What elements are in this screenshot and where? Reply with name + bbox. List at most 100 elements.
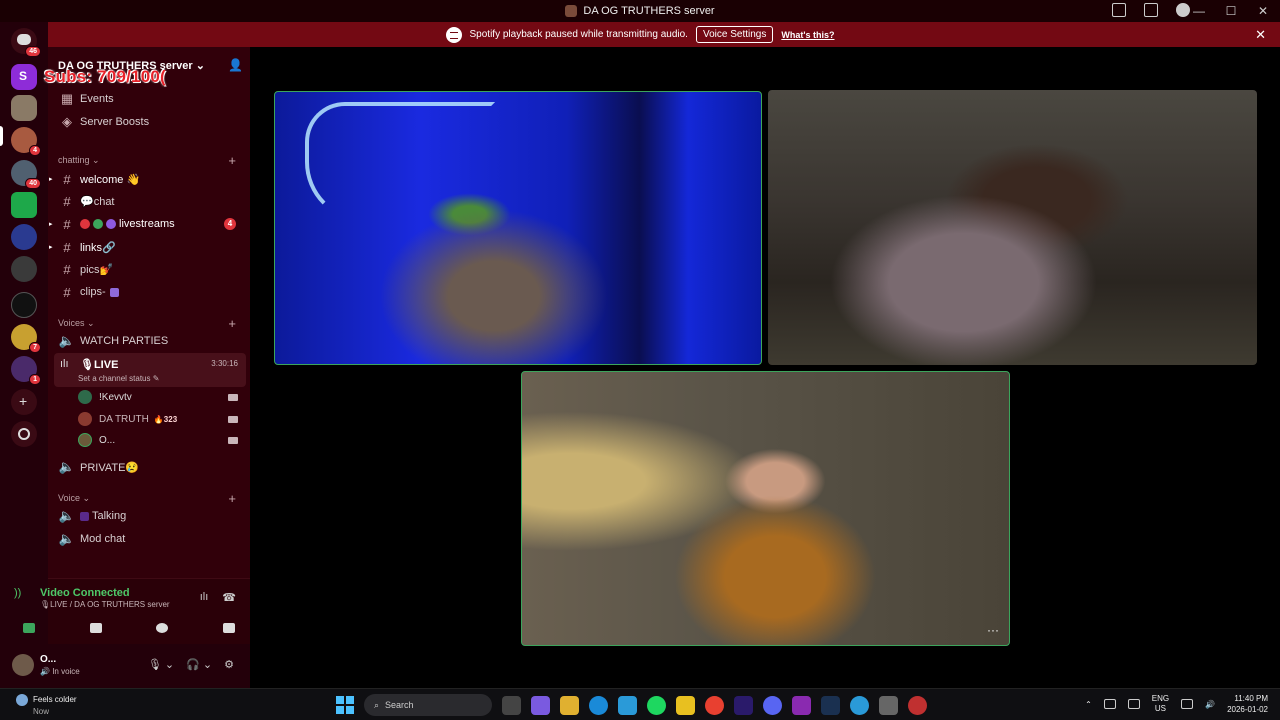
invite-icon[interactable]: 👤 — [228, 58, 243, 72]
server-icon-i[interactable]: 1 — [11, 356, 41, 385]
add-channel-icon[interactable]: + — [228, 153, 236, 168]
home-button[interactable]: 46 — [11, 28, 41, 57]
clock[interactable]: 11:40 PM 2026-01-02 — [1227, 693, 1268, 715]
category-voices[interactable]: Voices ⌄ + — [58, 316, 244, 331]
copilot-icon[interactable] — [531, 695, 550, 715]
user-avatar[interactable] — [12, 654, 34, 676]
screen-share-button[interactable] — [81, 619, 111, 637]
category-chatting[interactable]: chatting ⌄ + — [58, 153, 244, 168]
discord-icon — [17, 34, 31, 45]
hash-icon: # — [63, 239, 71, 255]
mic-icon[interactable]: 🎙 ⌄ — [148, 658, 174, 671]
camera-icon — [228, 436, 238, 444]
server-boosts-item[interactable]: ◈ Server Boosts — [58, 112, 244, 132]
discord-app-icon[interactable] — [763, 695, 782, 715]
voice-private[interactable]: 🔈 PRIVATE😢 — [58, 457, 244, 477]
more-options-icon[interactable]: ··· — [987, 623, 999, 637]
video-tile[interactable] — [768, 90, 1257, 365]
category-voice[interactable]: Voice ⌄ + — [58, 491, 244, 506]
voice-member[interactable]: O... — [78, 430, 244, 450]
maximize-icon[interactable]: ☐ — [1224, 4, 1238, 18]
help-icon[interactable] — [1176, 3, 1190, 17]
edge-icon[interactable] — [589, 695, 608, 715]
server-icon-s[interactable]: S — [11, 64, 37, 90]
avatar — [78, 390, 92, 404]
avatar — [78, 412, 92, 426]
video-tile[interactable] — [274, 91, 762, 365]
video-tile[interactable]: ··· — [521, 371, 1010, 646]
server-icon-e[interactable] — [11, 224, 37, 250]
add-server-button[interactable]: + — [11, 389, 37, 415]
voice-talking[interactable]: 🔈 Talking — [58, 506, 244, 526]
taskbar-search[interactable]: ⌕ Search — [364, 694, 492, 716]
camera-button[interactable] — [14, 619, 44, 637]
server-icon-c[interactable]: 40 — [11, 160, 41, 189]
server-icon-active[interactable] — [11, 95, 37, 121]
avatar — [78, 433, 92, 447]
task-view-icon[interactable] — [502, 695, 521, 715]
tray-icon[interactable] — [1127, 699, 1140, 709]
noise-suppression-icon[interactable]: ılı — [200, 591, 209, 604]
add-voice-channel-icon[interactable]: + — [228, 316, 236, 331]
inbox-icon[interactable] — [1112, 3, 1126, 17]
user-name[interactable]: O... — [40, 654, 56, 665]
app-icon[interactable] — [676, 695, 695, 715]
server-icon-h[interactable]: 7 — [11, 324, 41, 353]
voice-member[interactable]: DA TRUTH 🔥323 — [78, 409, 244, 429]
whats-this-link[interactable]: What's this? — [781, 30, 834, 40]
voice-location[interactable]: 🎙LIVE / DA OG TRUTHERS server — [40, 600, 170, 609]
discover-button[interactable] — [11, 421, 37, 447]
server-icon-g[interactable] — [11, 292, 37, 318]
network-icon[interactable] — [1181, 699, 1194, 709]
app-icon[interactable] — [792, 695, 811, 715]
spotify-app-icon[interactable] — [647, 695, 666, 715]
calendar-icon: ▦ — [60, 91, 74, 106]
file-explorer-icon[interactable] — [560, 695, 579, 715]
events-item[interactable]: ▦ Events — [58, 89, 244, 109]
close-window-icon[interactable]: ✕ — [1256, 4, 1270, 18]
server-icon-b[interactable]: 4 — [11, 127, 41, 156]
chrome-icon[interactable] — [705, 695, 724, 715]
voice-activity-icon: ılı — [60, 358, 69, 370]
channel-clips[interactable]: # clips- — [58, 282, 244, 302]
soundboard-button[interactable] — [214, 619, 244, 637]
speaker-icon: 🔈 — [58, 333, 76, 348]
voice-member[interactable]: !Kevvtv — [78, 387, 244, 407]
channel-welcome[interactable]: ▸ # welcome 👋 — [49, 169, 244, 189]
disconnect-icon[interactable]: ☎ — [222, 591, 236, 604]
server-icon-f[interactable] — [11, 256, 37, 282]
telegram-icon[interactable] — [850, 695, 869, 715]
weather-widget[interactable]: Feels colder Now — [16, 694, 77, 717]
premiere-icon[interactable] — [734, 695, 753, 715]
voice-connection-panel: )) Video Connected 🎙LIVE / DA OG TRUTHER… — [14, 578, 250, 644]
volume-icon[interactable]: 🔊 — [1205, 700, 1215, 709]
user-status: 🔊 In voice — [40, 667, 80, 676]
channel-livestreams[interactable]: ▸ # livestreams 4 — [49, 214, 244, 234]
close-notice-icon[interactable]: ✕ — [1255, 27, 1266, 43]
channel-chat[interactable]: # 💬chat — [58, 191, 244, 211]
voice-mod-chat[interactable]: 🔈 Mod chat — [58, 529, 244, 549]
channel-status[interactable]: Set a channel status ✎ — [78, 374, 159, 383]
settings-gear-icon[interactable]: ⚙ — [224, 658, 234, 671]
screen-icon[interactable] — [1144, 3, 1158, 17]
minimize-icon[interactable]: — — [1192, 4, 1206, 18]
voice-watch-parties[interactable]: 🔈 WATCH PARTIES — [58, 331, 244, 351]
steam-icon[interactable] — [821, 695, 840, 715]
user-controls: 🎙 ⌄ 🎧 ⌄ ⚙ — [148, 658, 234, 671]
channel-pics[interactable]: # pics💅 — [58, 259, 244, 279]
voice-settings-button[interactable]: Voice Settings — [695, 26, 774, 43]
voice-live-active[interactable]: ılı 🎙LIVE Set a channel status ✎ 3:30:16 — [54, 353, 246, 387]
snipping-tool-icon[interactable] — [879, 695, 898, 715]
language-indicator[interactable]: ENG US — [1152, 694, 1169, 714]
channel-links[interactable]: ▸ # links🔗 — [49, 237, 244, 257]
start-icon[interactable] — [336, 696, 354, 714]
headphones-icon[interactable]: 🎧 ⌄ — [186, 658, 212, 671]
chevron-up-icon[interactable]: ⌃ — [1085, 700, 1092, 709]
server-icon-d[interactable] — [11, 192, 37, 218]
calculator-icon[interactable] — [618, 695, 637, 715]
signal-icon[interactable]: )) — [14, 587, 21, 599]
activities-button[interactable] — [147, 619, 177, 637]
add-voice-channel-icon[interactable]: + — [228, 491, 236, 506]
tray-icon[interactable] — [1103, 699, 1116, 709]
app-icon[interactable] — [908, 695, 927, 715]
